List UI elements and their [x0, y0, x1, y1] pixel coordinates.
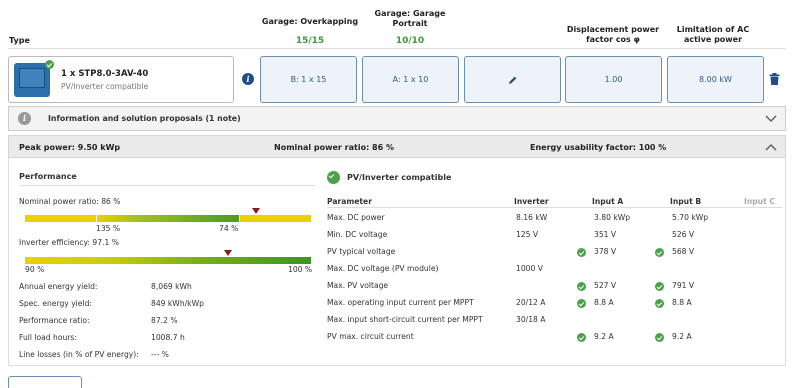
efficiency-bar	[25, 257, 311, 264]
info-bar-label: Information and solution proposals (1 no…	[48, 114, 241, 123]
efficiency-tick-low: 90 %	[25, 265, 45, 274]
cell-portrait[interactable]: A: 1 x 10	[362, 56, 459, 103]
efficiency-tick-high: 100 %	[288, 265, 313, 274]
compat-row-inverter: 8.16 kW	[516, 213, 548, 222]
col-aclimit-header: Limitation of AC active power	[676, 25, 750, 44]
performance-row-value: 8,069 kWh	[151, 282, 192, 291]
compat-title: PV/Inverter compatible	[347, 173, 452, 182]
nominal-power-ratio: Nominal power ratio: 86 %	[274, 143, 394, 152]
pencil-icon	[508, 76, 516, 84]
energy-usability-factor: Energy usability factor: 100 %	[530, 143, 667, 152]
compat-row-inverter: 30/18 A	[516, 315, 546, 324]
performance-title-underline	[19, 185, 315, 186]
input-a-check-icon	[577, 333, 586, 342]
input-a-check-icon	[577, 282, 586, 291]
compat-header-inverter: Inverter	[514, 197, 549, 206]
compat-header-parameter: Parameter	[327, 197, 372, 206]
col-overkapping-header: Garage: Overkapping	[261, 17, 359, 26]
compat-row-input-a: 351 V	[594, 230, 617, 239]
compat-row-input-a: 378 V	[594, 247, 617, 256]
efficiency-label: Inverter efficiency: 97.1 %	[19, 238, 119, 247]
inverter-status: PV/Inverter compatible	[61, 82, 149, 91]
inverter-name: 1 x STP8.0-3AV-40	[61, 69, 149, 79]
info-icon[interactable]: i	[242, 73, 254, 85]
inverter-image	[14, 63, 50, 97]
col-portrait-header-1: Garage: Garage	[374, 9, 446, 18]
compat-row-inverter: 1000 V	[516, 264, 543, 273]
performance-row-value: 1008.7 h	[151, 333, 185, 342]
summary-bar[interactable]: Peak power: 9.50 kWp Nominal power ratio…	[8, 135, 786, 158]
performance-row-value: 849 kWh/kWp	[151, 299, 204, 308]
compat-header-input-b: Input B	[670, 197, 702, 206]
compat-row-parameter: Max. DC voltage (PV module)	[327, 264, 439, 273]
col-portrait-value: 10/10	[395, 36, 425, 46]
compat-row-input-a: 9.2 A	[594, 332, 614, 341]
peak-power: Peak power: 9.50 kWp	[19, 143, 121, 152]
compat-header-input-a: Input A	[592, 197, 624, 206]
performance-row-label: Full load hours:	[19, 333, 77, 342]
compat-row-parameter: Max. DC power	[327, 213, 385, 222]
compat-row-parameter: Max. input short-circuit current per MPP…	[327, 315, 483, 324]
performance-row-value: 87.2 %	[151, 316, 178, 325]
compat-row-parameter: Max. operating input current per MPPT	[327, 298, 474, 307]
input-a-check-icon	[577, 299, 586, 308]
npr-bar-divider	[96, 215, 97, 222]
info-bar[interactable]: i Information and solution proposals (1 …	[8, 106, 786, 131]
npr-bar-yellow-right	[240, 215, 311, 222]
compat-row-input-b: 526 V	[672, 230, 695, 239]
compat-row-input-a: 8.8 A	[594, 298, 614, 307]
compat-row-parameter: Min. DC voltage	[327, 230, 388, 239]
col-cosphi-header: Displacement power factor cos φ	[566, 25, 660, 44]
input-a-check-icon	[577, 248, 586, 257]
compat-row-input-b: 568 V	[672, 247, 695, 256]
compat-row-parameter: PV typical voltage	[327, 247, 396, 256]
performance-title: Performance	[19, 172, 77, 181]
cell-aclimit[interactable]: 8.00 kW	[667, 56, 764, 103]
efficiency-marker	[223, 250, 232, 256]
cell-overkapping[interactable]: B: 1 x 15	[260, 56, 357, 103]
compat-row-parameter: PV max. circuit current	[327, 332, 414, 341]
npr-tick-high: 74 %	[219, 224, 239, 233]
add-inverter-button[interactable]	[8, 376, 82, 388]
performance-row-label: Spec. energy yield:	[19, 299, 92, 308]
trash-icon[interactable]	[769, 73, 780, 85]
col-portrait-header-2: Portrait	[392, 19, 428, 28]
chevron-down-icon[interactable]	[765, 115, 777, 123]
compat-row-input-b: 8.8 A	[672, 298, 692, 307]
compat-row-input-a: 3.80 kWp	[594, 213, 631, 222]
compat-row-input-b: 791 V	[672, 281, 695, 290]
input-b-check-icon	[655, 248, 664, 257]
edit-button[interactable]	[464, 56, 561, 103]
npr-marker	[252, 208, 261, 214]
compat-header-input-c: Input C	[744, 197, 775, 206]
compat-row-input-a: 527 V	[594, 281, 617, 290]
npr-label: Nominal power ratio: 86 %	[19, 197, 121, 206]
compat-row-inverter: 125 V	[516, 230, 539, 239]
npr-bar-divider-2	[239, 215, 240, 222]
performance-row-label: Line losses (in % of PV energy):	[19, 350, 139, 359]
input-b-check-icon	[655, 299, 664, 308]
input-b-check-icon	[655, 333, 664, 342]
compatible-check-icon-large	[327, 171, 340, 184]
input-b-check-icon	[655, 282, 664, 291]
compat-row-input-b: 5.70 kWp	[672, 213, 709, 222]
header-divider	[8, 48, 786, 49]
compat-row-inverter: 20/12 A	[516, 298, 546, 307]
performance-row-label: Annual energy yield:	[19, 282, 98, 291]
compat-row-input-b: 9.2 A	[672, 332, 692, 341]
chevron-up-icon[interactable]	[765, 143, 777, 151]
col-overkapping-value: 15/15	[295, 36, 325, 46]
type-header: Type	[9, 36, 30, 45]
info-note-icon: i	[18, 112, 31, 125]
performance-row-value: --- %	[151, 350, 169, 359]
compat-row-parameter: Max. PV voltage	[327, 281, 389, 290]
npr-bar-green	[96, 215, 239, 222]
cell-cosphi[interactable]: 1.00	[565, 56, 662, 103]
inverter-card[interactable]: 1 x STP8.0-3AV-40 PV/Inverter compatible	[8, 56, 234, 103]
npr-tick-low: 135 %	[96, 224, 121, 233]
compatible-check-icon	[45, 60, 54, 69]
compat-header-underline	[327, 207, 782, 208]
performance-row-label: Performance ratio:	[19, 316, 90, 325]
